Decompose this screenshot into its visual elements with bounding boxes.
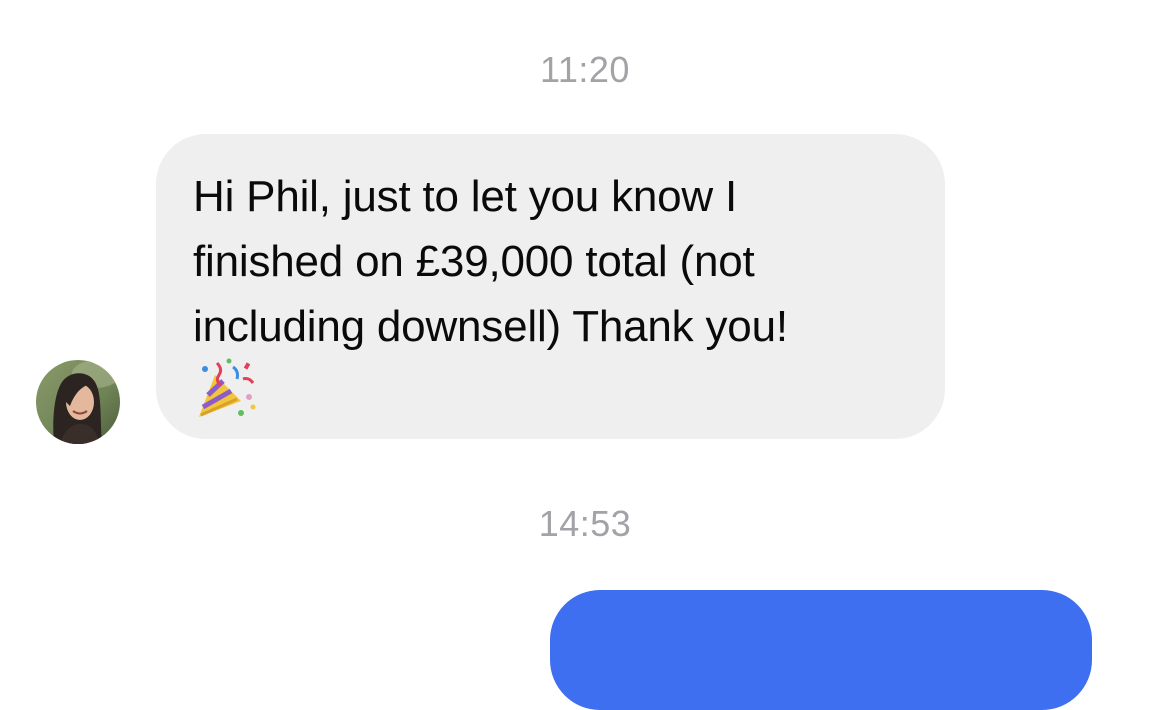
sender-avatar[interactable]	[36, 360, 120, 444]
incoming-message-bubble[interactable]: Hi Phil, just to let you know I finished…	[156, 134, 945, 439]
timestamp: 11:20	[540, 49, 630, 90]
timestamp: 14:53	[538, 503, 632, 544]
party-popper-icon	[199, 358, 256, 417]
outgoing-message-bubble[interactable]	[550, 590, 1092, 710]
message-line: Hi Phil, just to let you know I	[193, 172, 738, 221]
message-line: finished on £39,000 total (not	[193, 237, 755, 286]
message-line: including downsell) Thank you!	[193, 302, 788, 351]
avatar-photo	[36, 360, 120, 444]
